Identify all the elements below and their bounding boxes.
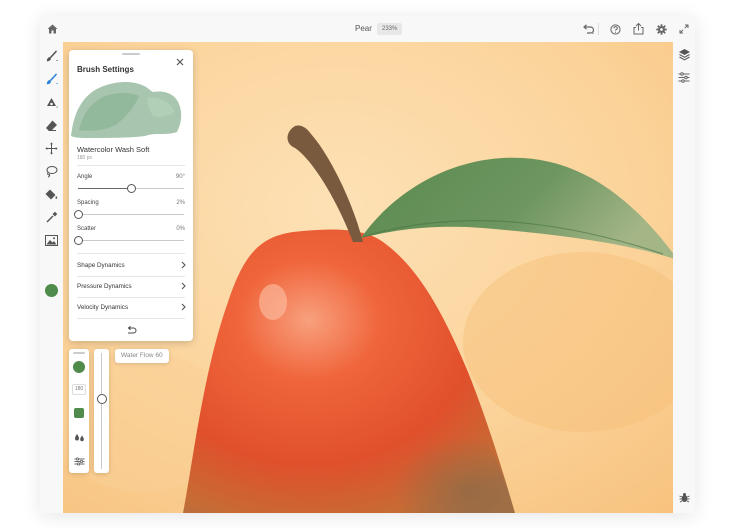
brush-color-circle[interactable] — [73, 361, 85, 373]
slider-fill — [78, 188, 131, 189]
dynamics-label: Shape Dynamics — [77, 262, 125, 269]
chevron-right-icon — [179, 260, 187, 270]
slider-thumb[interactable] — [73, 236, 83, 245]
slider-track[interactable] — [73, 210, 184, 219]
brush-settings-panel: Brush Settings Watercolor Wash Soft 180 … — [69, 50, 193, 341]
slider-value: 0% — [176, 226, 185, 232]
slider-track[interactable] — [78, 184, 184, 193]
pixel-brush-icon[interactable] — [44, 49, 59, 64]
left-toolbar — [40, 42, 63, 513]
layers-icon[interactable] — [677, 47, 691, 61]
slider-thumb[interactable] — [96, 394, 107, 405]
slider-label: Scatter — [77, 226, 97, 232]
live-brush-icon[interactable] — [44, 72, 59, 87]
water-flow-tooltip: Water Flow 60 — [115, 349, 169, 363]
right-toolbar — [673, 42, 695, 513]
velocity-dynamics-row[interactable]: Velocity Dynamics — [69, 297, 193, 318]
top-toolbar: Pear 233% — [40, 16, 695, 42]
dynamics-label: Velocity Dynamics — [77, 304, 129, 311]
brush-stroke-preview — [69, 80, 193, 140]
image-icon[interactable] — [44, 233, 59, 248]
shape-dynamics-row[interactable]: Shape Dynamics — [69, 255, 193, 276]
toolbar-divider — [598, 23, 599, 35]
brush-size-value[interactable]: 180 — [72, 384, 86, 395]
brush-quick-panel: 180 — [69, 349, 89, 473]
zoom-level[interactable]: 233% — [377, 23, 403, 35]
slider-label: Spacing — [77, 200, 99, 206]
current-color-swatch[interactable] — [45, 284, 58, 297]
brush-color-square[interactable] — [74, 408, 84, 418]
lasso-icon[interactable] — [44, 164, 59, 179]
slider-thumb[interactable] — [126, 184, 136, 193]
reset-icon[interactable] — [124, 324, 138, 336]
bug-icon[interactable] — [678, 491, 690, 503]
pressure-dynamics-row[interactable]: Pressure Dynamics — [69, 276, 193, 297]
close-icon[interactable] — [173, 55, 186, 68]
panel-title: Brush Settings — [77, 65, 134, 74]
slider-track[interactable] — [101, 353, 102, 469]
divider — [77, 318, 185, 319]
water-drops-icon[interactable] — [73, 431, 85, 443]
document-title: Pear — [355, 24, 372, 33]
brush-settings-icon[interactable] — [73, 455, 85, 467]
share-icon[interactable] — [630, 21, 646, 37]
eraser-icon[interactable] — [44, 118, 59, 133]
fullscreen-icon[interactable] — [676, 21, 692, 37]
eyedropper-icon[interactable] — [44, 210, 59, 225]
layer-properties-icon[interactable] — [677, 70, 691, 84]
chevron-right-icon — [179, 281, 187, 291]
divider — [77, 253, 185, 254]
panel-drag-handle[interactable] — [122, 53, 140, 55]
transform-icon[interactable] — [44, 141, 59, 156]
slider-value: 90° — [175, 174, 185, 180]
slider-value: 2% — [176, 200, 185, 206]
dynamics-label: Pressure Dynamics — [77, 283, 132, 290]
panel-drag-handle[interactable] — [73, 352, 85, 354]
water-flow-slider[interactable] — [94, 349, 109, 473]
home-icon[interactable] — [44, 21, 60, 37]
undo-icon[interactable] — [580, 21, 596, 37]
slider-thumb[interactable] — [73, 210, 83, 219]
slider-track[interactable] — [73, 236, 184, 245]
brush-size: 180 px — [77, 155, 93, 161]
brush-name: Watercolor Wash Soft — [77, 145, 150, 154]
vector-brush-icon[interactable] — [44, 95, 59, 110]
divider — [77, 165, 185, 166]
help-icon[interactable] — [607, 21, 623, 37]
fill-icon[interactable] — [44, 187, 59, 202]
settings-icon[interactable] — [653, 21, 669, 37]
slider-label: Angle — [77, 174, 93, 180]
chevron-right-icon — [179, 302, 187, 312]
